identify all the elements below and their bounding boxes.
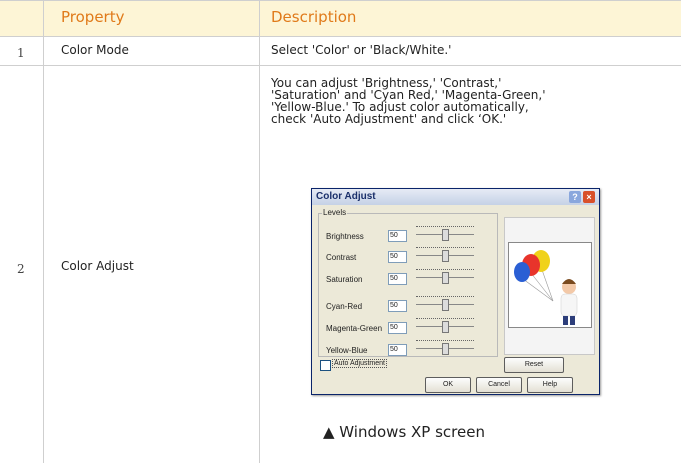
saturation-label: Saturation — [326, 275, 363, 284]
cancel-button[interactable]: Cancel — [476, 377, 522, 393]
contrast-label: Contrast — [326, 253, 357, 262]
row-2-description: You can adjust 'Brightness,' 'Contrast,'… — [271, 77, 596, 125]
row-2-property: Color Adjust — [61, 259, 134, 273]
slider-thumb[interactable] — [442, 299, 449, 311]
cyan-red-slider[interactable] — [416, 296, 474, 312]
row-1-number: 1 — [17, 46, 25, 60]
yellow-blue-input[interactable]: 50 — [388, 344, 407, 356]
slider-thumb[interactable] — [442, 250, 449, 262]
slider-thumb[interactable] — [442, 321, 449, 333]
header-description: Description — [271, 8, 357, 26]
row-1-property: Color Mode — [61, 43, 129, 57]
row-2-number: 2 — [17, 262, 25, 276]
header-divider — [0, 36, 681, 37]
cyan-red-input[interactable]: 50 — [388, 300, 407, 312]
preview-image — [508, 242, 592, 328]
contrast-slider[interactable] — [416, 247, 474, 263]
dialog-title: Color Adjust — [316, 191, 376, 202]
dialog-title-bar: Color Adjust ? × — [312, 189, 599, 205]
magenta-green-input[interactable]: 50 — [388, 322, 407, 334]
color-adjust-dialog: Color Adjust ? × Levels Brightness 50 Co… — [311, 188, 600, 395]
help-icon[interactable]: ? — [569, 191, 581, 203]
screenshot-caption: ▲ Windows XP screen — [323, 423, 485, 441]
brightness-label: Brightness — [326, 232, 364, 241]
table-border-top — [0, 0, 681, 1]
yellow-blue-slider[interactable] — [416, 340, 474, 356]
magenta-green-label: Magenta-Green — [326, 324, 383, 333]
slider-thumb[interactable] — [442, 272, 449, 284]
close-icon[interactable]: × — [583, 191, 595, 203]
contrast-input[interactable]: 50 — [388, 251, 407, 263]
row-2-description-line: check 'Auto Adjustment' and click ‘OK.' — [271, 112, 507, 126]
slider-thumb[interactable] — [442, 229, 449, 241]
header-property: Property — [61, 8, 125, 26]
help-button[interactable]: Help — [527, 377, 573, 393]
brightness-input[interactable]: 50 — [388, 230, 407, 242]
ok-button[interactable]: OK — [425, 377, 471, 393]
preview-panel — [504, 217, 595, 355]
saturation-input[interactable]: 50 — [388, 273, 407, 285]
yellow-blue-label: Yellow-Blue — [326, 346, 368, 355]
row-1-description: Select 'Color' or 'Black/White.' — [271, 43, 452, 57]
balloons-child-image — [514, 250, 578, 325]
auto-adjustment-label[interactable]: Auto Adjustment — [332, 359, 387, 368]
magenta-green-slider[interactable] — [416, 318, 474, 334]
column-divider-property — [259, 0, 260, 463]
brightness-slider[interactable] — [416, 226, 474, 242]
cyan-red-label: Cyan-Red — [326, 302, 363, 311]
levels-group-label: Levels — [322, 208, 348, 217]
reset-button[interactable]: Reset — [504, 357, 564, 373]
auto-adjustment-checkbox[interactable] — [320, 360, 331, 371]
row-divider — [0, 65, 681, 66]
saturation-slider[interactable] — [416, 269, 474, 285]
slider-thumb[interactable] — [442, 343, 449, 355]
column-divider-num — [43, 0, 44, 463]
